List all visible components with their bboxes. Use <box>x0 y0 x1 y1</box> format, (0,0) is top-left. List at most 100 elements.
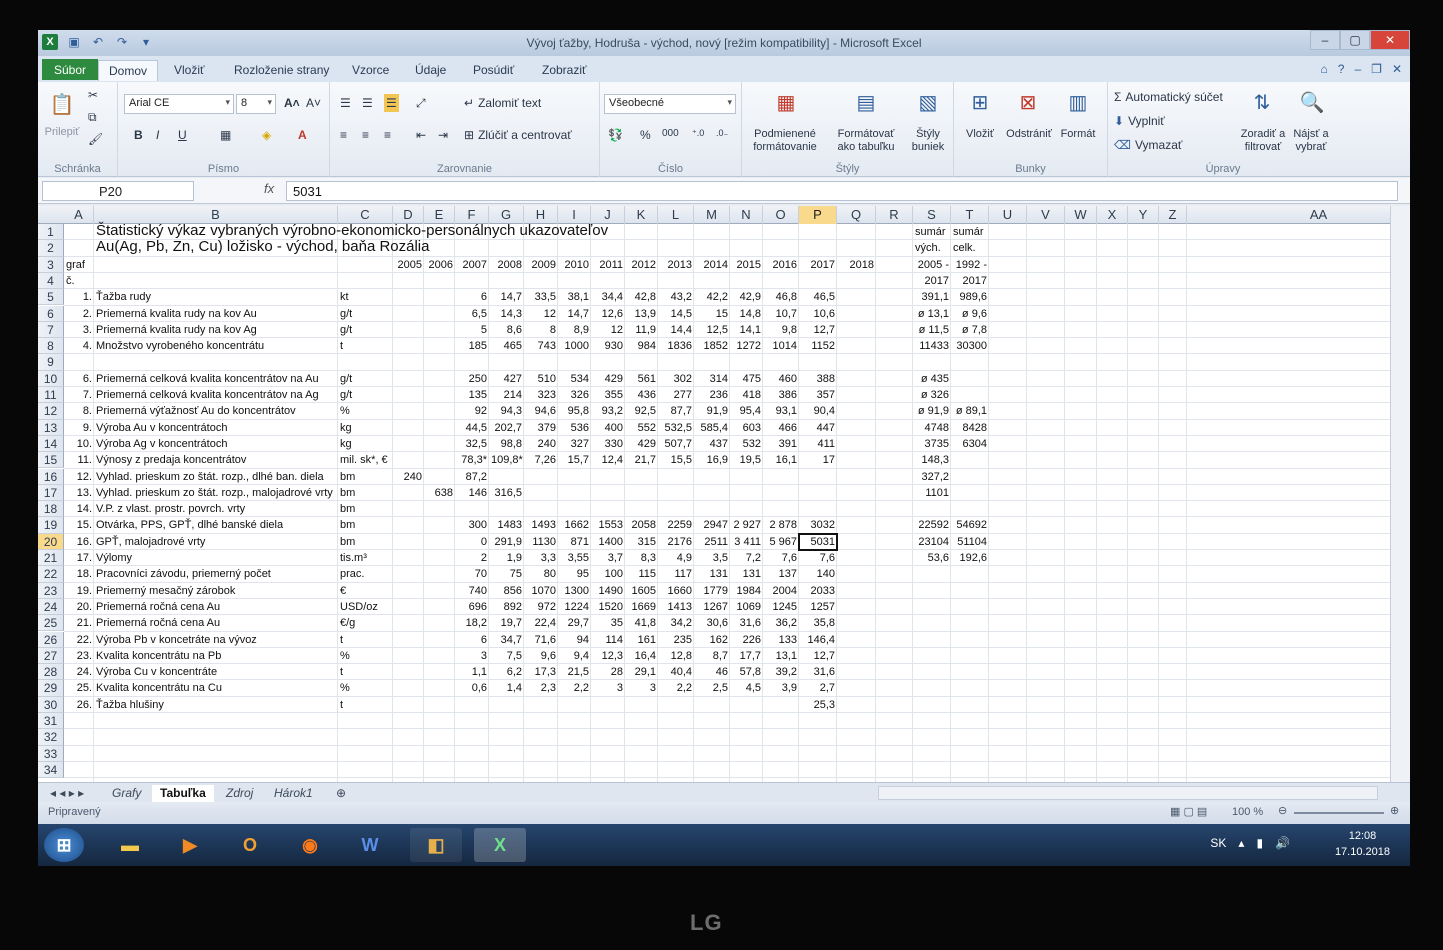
row-number[interactable]: 20. <box>64 599 94 615</box>
data-cell[interactable]: 1000 <box>558 338 591 354</box>
row-number[interactable]: 15. <box>64 517 94 533</box>
data-cell[interactable]: 21,7 <box>625 452 658 468</box>
data-cell[interactable]: 94,6 <box>524 403 558 419</box>
row-header[interactable]: 7 <box>38 321 64 339</box>
data-cell[interactable]: 1836 <box>658 338 694 354</box>
data-cell[interactable]: 447 <box>799 420 837 436</box>
data-cell[interactable]: 3,7 <box>591 550 625 566</box>
row-header[interactable]: 25 <box>38 615 64 632</box>
data-cell[interactable]: 80 <box>524 566 558 582</box>
number-format-select[interactable]: Všeobecné <box>604 94 736 114</box>
doc-minimize-icon[interactable]: – <box>1354 62 1361 76</box>
row-unit[interactable]: bm <box>338 469 393 485</box>
conditional-format-label[interactable]: Podmienené formátovanie <box>742 128 828 154</box>
borders-icon[interactable]: ▦ <box>220 128 231 142</box>
data-cell[interactable]: 93,1 <box>763 403 799 419</box>
data-cell[interactable]: 300 <box>455 517 489 533</box>
cell-styles-icon[interactable]: ▧ <box>912 86 944 118</box>
row-number[interactable]: 3. <box>64 322 94 338</box>
paste-icon[interactable]: 📋 <box>46 88 78 120</box>
vertical-scrollbar[interactable] <box>1390 206 1410 782</box>
data-cell[interactable]: 9,6 <box>524 648 558 664</box>
row-number[interactable]: 13. <box>64 485 94 501</box>
data-cell[interactable]: 1300 <box>558 583 591 599</box>
column-header-r[interactable]: R <box>876 206 913 224</box>
data-cell[interactable]: 114 <box>591 632 625 648</box>
data-cell[interactable]: 28 <box>591 664 625 680</box>
row-unit[interactable]: kt <box>338 289 393 305</box>
row-unit[interactable]: tis.m³ <box>338 550 393 566</box>
row-header[interactable]: 14 <box>38 435 64 453</box>
sum-east-header[interactable]: 2017 <box>913 273 951 289</box>
tab-insert[interactable]: Vložiť <box>164 60 215 81</box>
percent-button[interactable]: % <box>640 128 651 142</box>
data-cell[interactable]: 36,2 <box>763 615 799 631</box>
row-label[interactable]: Výlomy <box>94 550 338 566</box>
data-cell[interactable]: 17,3 <box>524 664 558 680</box>
orientation-icon[interactable]: ⤢ <box>416 96 426 111</box>
data-cell[interactable]: 743 <box>524 338 558 354</box>
font-color-icon[interactable]: A <box>298 128 307 142</box>
column-header-y[interactable]: Y <box>1128 206 1159 224</box>
data-cell[interactable]: 1984 <box>730 583 763 599</box>
data-cell[interactable]: 12,7 <box>799 322 837 338</box>
data-cell[interactable]: 1852 <box>694 338 730 354</box>
data-cell[interactable]: 316,5 <box>489 485 524 501</box>
row-number[interactable]: 18. <box>64 566 94 582</box>
row-unit[interactable]: t <box>338 664 393 680</box>
data-cell[interactable]: ø 326 <box>913 387 951 403</box>
data-cell[interactable]: 46,5 <box>799 289 837 305</box>
data-cell[interactable]: 3032 <box>799 517 837 533</box>
data-cell[interactable]: 2 <box>455 550 489 566</box>
row-number[interactable]: 6. <box>64 371 94 387</box>
row-label[interactable]: Výroba Cu v koncentráte <box>94 664 338 680</box>
data-cell[interactable]: 6304 <box>951 436 989 452</box>
row-header[interactable]: 4 <box>38 272 64 290</box>
column-header-m[interactable]: M <box>694 206 730 224</box>
data-cell[interactable]: 12,4 <box>591 452 625 468</box>
data-cell[interactable]: 532 <box>730 436 763 452</box>
sheet-tab-zdroj[interactable]: Zdroj <box>218 785 261 802</box>
column-header-n[interactable]: N <box>730 206 763 224</box>
row-number[interactable]: 19. <box>64 583 94 599</box>
sum-east-header[interactable]: vých. <box>913 240 951 256</box>
data-cell[interactable]: 1070 <box>524 583 558 599</box>
data-cell[interactable]: 436 <box>625 387 658 403</box>
data-cell[interactable]: 3,55 <box>558 550 591 566</box>
decrease-indent-icon[interactable]: ⇤ <box>416 128 426 142</box>
column-header-t[interactable]: T <box>951 206 989 224</box>
row-unit[interactable]: g/t <box>338 387 393 403</box>
row-unit[interactable]: € <box>338 583 393 599</box>
data-cell[interactable]: 13,1 <box>763 648 799 664</box>
data-cell[interactable]: 984 <box>625 338 658 354</box>
data-cell[interactable]: 1413 <box>658 599 694 615</box>
data-cell[interactable]: 161 <box>625 632 658 648</box>
data-cell[interactable]: 16,1 <box>763 452 799 468</box>
data-cell[interactable]: 2058 <box>625 517 658 533</box>
data-cell[interactable]: 19,7 <box>489 615 524 631</box>
data-cell[interactable]: 14,5 <box>658 306 694 322</box>
data-cell[interactable]: 11,9 <box>625 322 658 338</box>
data-cell[interactable]: 326 <box>558 387 591 403</box>
data-cell[interactable]: 15 <box>694 306 730 322</box>
font-size-select[interactable]: 8 <box>236 94 276 114</box>
data-cell[interactable]: 7,2 <box>730 550 763 566</box>
row-label[interactable]: Výroba Au v koncentrátoch <box>94 420 338 436</box>
year-header[interactable]: 2012 <box>625 257 658 273</box>
data-cell[interactable]: 1493 <box>524 517 558 533</box>
data-cell[interactable]: 135 <box>455 387 489 403</box>
data-cell[interactable]: 5 <box>455 322 489 338</box>
firefox-icon[interactable]: ◉ <box>284 828 336 862</box>
row-header[interactable]: 30 <box>38 696 64 713</box>
zoom-in-icon[interactable]: ⊕ <box>1390 804 1399 817</box>
data-cell[interactable]: 29,7 <box>558 615 591 631</box>
data-cell[interactable]: 15,7 <box>558 452 591 468</box>
help-icon[interactable]: ? <box>1338 62 1345 76</box>
data-cell[interactable]: 18,2 <box>455 615 489 631</box>
sum-total-header[interactable]: celk. <box>951 240 989 256</box>
data-cell[interactable]: 475 <box>730 371 763 387</box>
column-header-w[interactable]: W <box>1065 206 1097 224</box>
row-header[interactable]: 11 <box>38 387 64 404</box>
data-cell[interactable]: 1400 <box>591 534 625 550</box>
fill-color-icon[interactable]: ◈ <box>262 128 271 142</box>
